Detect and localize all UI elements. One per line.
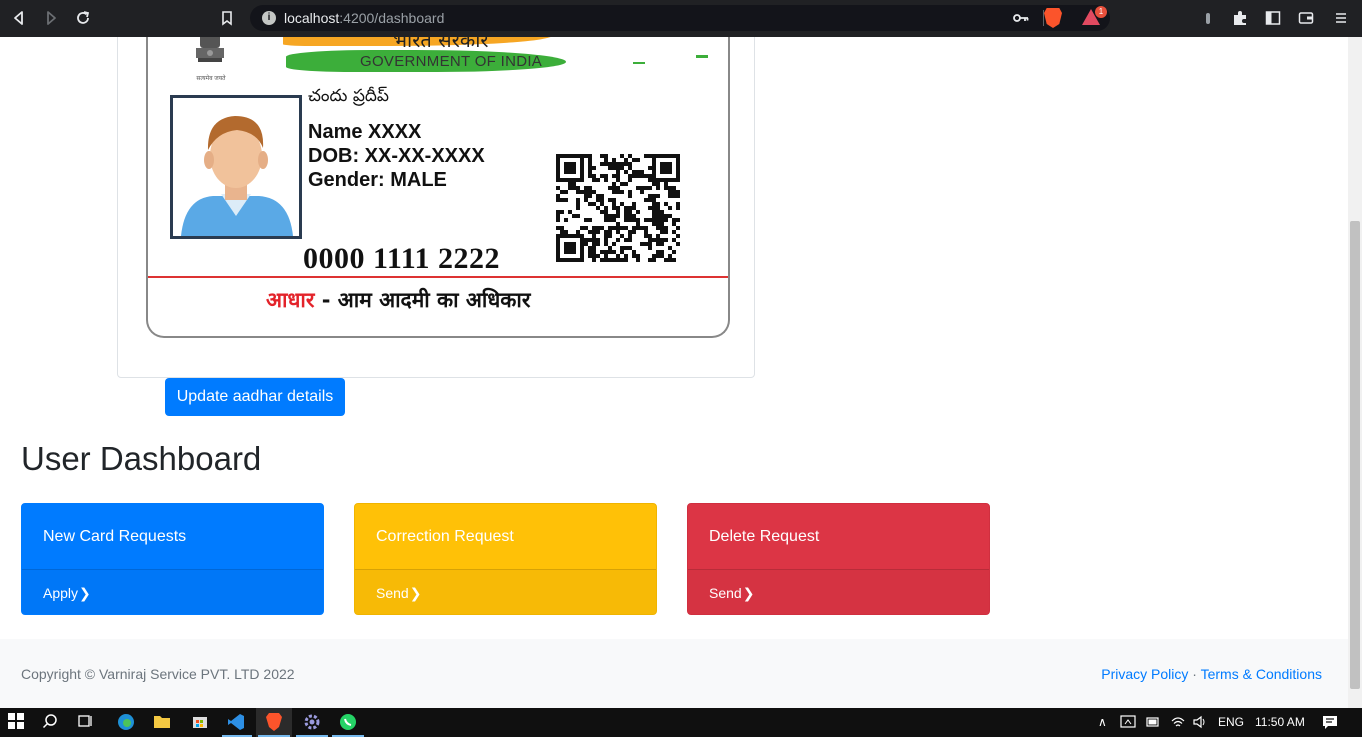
send-delete-link[interactable]: Send❯	[688, 569, 989, 614]
address-bar[interactable]: i localhost:4200/dashboard 1	[250, 5, 1110, 31]
reload-icon[interactable]	[74, 9, 92, 27]
battery-icon[interactable]	[1145, 714, 1161, 733]
page-content: सत्यमेव जयते भारत सरकार GOVERNMENT OF IN…	[0, 37, 1348, 708]
terms-conditions-link[interactable]: Terms & Conditions	[1201, 666, 1322, 682]
site-info-icon[interactable]: i	[262, 11, 276, 25]
chevron-right-icon: ❯	[409, 585, 422, 601]
back-icon[interactable]	[10, 9, 28, 27]
extension-icon[interactable]	[1200, 10, 1216, 26]
privacy-policy-link[interactable]: Privacy Policy	[1101, 666, 1188, 682]
green-dash	[633, 62, 645, 64]
user-photo-avatar	[170, 95, 302, 239]
scrollbar-thumb[interactable]	[1350, 221, 1360, 689]
page-title: User Dashboard	[21, 440, 262, 477]
aadhaar-card-image: सत्यमेव जयते भारत सरकार GOVERNMENT OF IN…	[146, 37, 730, 338]
card-dob: DOB: XX-XX-XXXX	[308, 145, 485, 167]
brave-browser-icon[interactable]	[264, 713, 284, 733]
edge-icon[interactable]	[116, 713, 136, 733]
whatsapp-icon[interactable]	[338, 713, 358, 733]
page-footer: Copyright © Varniraj Service PVT. LTD 20…	[0, 639, 1348, 708]
wallet-icon[interactable]	[1298, 10, 1314, 26]
forward-icon[interactable]	[42, 9, 60, 27]
red-divider	[148, 276, 728, 278]
aadhaar-number: 0000 1111 2222	[303, 242, 501, 275]
update-aadhar-button[interactable]: Update aadhar details	[165, 378, 345, 416]
green-dash	[696, 55, 708, 58]
url-path: :4200/dashboard	[339, 10, 445, 26]
apply-label: Apply	[43, 585, 79, 601]
chevron-right-icon: ❯	[742, 585, 755, 601]
correction-request-card: Correction Request Send❯	[354, 503, 657, 615]
volume-icon[interactable]	[1192, 714, 1208, 733]
wifi-icon[interactable]	[1170, 714, 1186, 733]
language-indicator[interactable]: ENG	[1218, 715, 1244, 729]
card-gender: Gender: MALE	[308, 169, 447, 191]
network-status-icon[interactable]	[1120, 714, 1136, 733]
task-view-icon[interactable]	[76, 713, 96, 733]
menu-icon[interactable]	[1333, 10, 1349, 26]
show-hidden-icons-icon[interactable]: ∧	[1098, 715, 1107, 729]
system-clock[interactable]: 11:50 AM	[1255, 715, 1305, 729]
aadhaar-tagline: आधार - आम आदमी का अधिकार	[266, 286, 530, 314]
url-text[interactable]: localhost:4200/dashboard	[284, 10, 444, 26]
url-host: localhost	[284, 10, 340, 26]
footer-links: Privacy Policy · Terms & Conditions	[1101, 666, 1322, 682]
bookmark-icon[interactable]	[218, 9, 236, 27]
windows-taskbar: ∧ ENG 11:50 AM	[0, 708, 1362, 737]
settings-gear-icon[interactable]	[302, 713, 322, 733]
toolbar-divider	[1043, 10, 1044, 26]
card-name: Name XXXX	[308, 121, 422, 143]
windows-start-icon[interactable]	[6, 713, 26, 733]
search-icon[interactable]	[40, 713, 60, 733]
sidebar-icon[interactable]	[1265, 10, 1281, 26]
card-title: New Card Requests	[43, 528, 187, 545]
send-label: Send	[709, 585, 742, 601]
government-of-india-label: GOVERNMENT OF INDIA	[360, 53, 543, 70]
emblem-caption: सत्यमेव जयते	[196, 76, 226, 82]
regional-name: చందు ప్రదీప్	[308, 86, 390, 106]
puzzle-icon[interactable]	[1232, 10, 1248, 26]
chevron-right-icon: ❯	[79, 585, 91, 601]
footer-separator: ·	[1192, 666, 1197, 682]
new-card-requests-card: New Card Requests Apply❯	[21, 503, 324, 615]
tagline-rest: - आम आदमी का अधिकार	[314, 288, 531, 312]
notifications-icon[interactable]	[1322, 714, 1338, 733]
aadhaar-card-container: सत्यमेव जयते भारत सरकार GOVERNMENT OF IN…	[117, 37, 755, 378]
file-explorer-icon[interactable]	[152, 713, 172, 733]
vscode-icon[interactable]	[226, 713, 246, 733]
delete-request-card: Delete Request Send❯	[687, 503, 990, 615]
store-icon[interactable]	[190, 713, 210, 733]
national-emblem-icon: सत्यमेव जयते	[190, 37, 230, 82]
send-label: Send	[376, 585, 409, 601]
vertical-scrollbar[interactable]	[1348, 37, 1362, 708]
apply-link[interactable]: Apply❯	[22, 569, 323, 614]
card-details: Name XXXX DOB: XX-XX-XXXX Gender: MALE	[308, 120, 485, 192]
tagline-aadhaar-word: आधार	[266, 288, 315, 312]
send-correction-link[interactable]: Send❯	[355, 569, 656, 614]
qr-code-icon	[556, 154, 680, 262]
brave-shields-icon[interactable]	[1044, 8, 1062, 28]
copyright-text: Copyright © Varniraj Service PVT. LTD 20…	[21, 666, 295, 682]
card-title: Correction Request	[376, 528, 514, 545]
card-title: Delete Request	[709, 528, 820, 545]
rewards-badge: 1	[1095, 6, 1107, 18]
browser-toolbar: i localhost:4200/dashboard 1	[0, 0, 1362, 37]
key-icon[interactable]	[1012, 9, 1030, 30]
